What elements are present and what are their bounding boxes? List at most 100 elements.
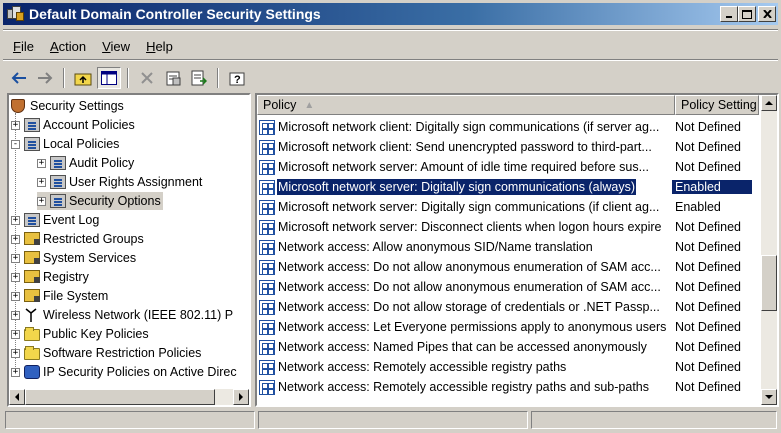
- tree-pane[interactable]: Security Settings + Account Policies - L…: [7, 93, 251, 407]
- tree-item-user-rights-assignment[interactable]: + User Rights Assignment: [37, 173, 202, 191]
- expand-icon[interactable]: +: [11, 272, 20, 282]
- policy-row[interactable]: Microsoft network server: Amount of idle…: [257, 157, 752, 177]
- policy-name: Microsoft network server: Disconnect cli…: [278, 220, 662, 234]
- properties-button[interactable]: [161, 67, 185, 89]
- policy-row[interactable]: Microsoft network client: Digitally sign…: [257, 117, 752, 137]
- expand-icon[interactable]: +: [11, 348, 20, 358]
- menu-help[interactable]: Help: [138, 39, 181, 54]
- app-icon[interactable]: [7, 6, 25, 22]
- policy-cell: Network access: Allow anonymous SID/Name…: [257, 239, 672, 255]
- policy-setting-value: Not Defined: [675, 240, 742, 254]
- policy-cell: Network access: Do not allow anonymous e…: [257, 279, 672, 295]
- tree-item-security-options[interactable]: + Security Options: [37, 192, 163, 210]
- tree-item-account-policies[interactable]: + Account Policies: [11, 116, 135, 134]
- tree-item-restricted-groups[interactable]: + Restricted Groups: [11, 230, 144, 248]
- title-bar[interactable]: Default Domain Controller Security Setti…: [3, 3, 778, 25]
- security-option-icon: [259, 239, 275, 255]
- column-header-policy-setting[interactable]: Policy Setting: [675, 95, 759, 115]
- policy-folder-icon: [50, 175, 66, 189]
- tree-item-registry[interactable]: + Registry: [11, 268, 89, 286]
- minimize-button[interactable]: [720, 6, 738, 22]
- expand-icon[interactable]: +: [37, 177, 46, 187]
- policy-row[interactable]: Network access: Do not allow anonymous e…: [257, 277, 752, 297]
- tree-item-security-settings[interactable]: Security Settings: [11, 97, 124, 115]
- expand-icon[interactable]: +: [11, 234, 20, 244]
- show-hide-tree-button[interactable]: [97, 67, 121, 89]
- delete-icon: [141, 72, 153, 84]
- policy-name: Network access: Do not allow anonymous e…: [278, 260, 661, 274]
- export-list-button[interactable]: [187, 67, 211, 89]
- status-cell-tertiary: [531, 411, 777, 429]
- expand-icon[interactable]: +: [11, 329, 20, 339]
- policy-row[interactable]: Network access: Allow anonymous SID/Name…: [257, 237, 752, 257]
- help-icon: ?: [229, 72, 245, 86]
- security-option-icon: [259, 279, 275, 295]
- expand-icon[interactable]: +: [11, 291, 20, 301]
- expand-icon[interactable]: +: [37, 196, 46, 206]
- expand-icon[interactable]: +: [11, 310, 20, 320]
- maximize-button[interactable]: [738, 6, 756, 22]
- expand-icon[interactable]: +: [11, 253, 20, 263]
- tree-item-wireless-network[interactable]: + Wireless Network (IEEE 802.11) P: [11, 306, 233, 324]
- policy-row[interactable]: Network access: Remotely accessible regi…: [257, 377, 752, 397]
- scroll-down-button[interactable]: [761, 389, 777, 405]
- scroll-left-button[interactable]: [9, 389, 25, 405]
- tree-item-file-system[interactable]: + File System: [11, 287, 108, 305]
- scroll-up-button[interactable]: [761, 95, 777, 111]
- collapse-icon[interactable]: -: [11, 139, 20, 149]
- policy-name: Network access: Remotely accessible regi…: [278, 360, 567, 374]
- maximize-icon: [742, 9, 752, 19]
- forward-icon: [38, 72, 53, 84]
- policy-list-pane[interactable]: Policy ▲ Policy Setting Microsoft networ…: [255, 93, 779, 407]
- up-folder-icon: [74, 73, 92, 86]
- policy-folder-icon: [24, 137, 40, 151]
- policy-cell: Network access: Remotely accessible regi…: [257, 359, 672, 375]
- policy-row[interactable]: Network access: Do not allow storage of …: [257, 297, 752, 317]
- policy-row[interactable]: Network access: Do not allow anonymous e…: [257, 257, 752, 277]
- policy-cell: Network access: Do not allow storage of …: [257, 299, 672, 315]
- column-header-policy[interactable]: Policy ▲: [257, 95, 675, 115]
- security-option-icon: [259, 159, 275, 175]
- policy-row[interactable]: Network access: Let Everyone permissions…: [257, 317, 752, 337]
- expand-icon[interactable]: +: [11, 120, 20, 130]
- export-list-icon: [191, 70, 207, 86]
- security-option-icon: [259, 259, 275, 275]
- arrow-right-icon: [239, 393, 243, 401]
- policy-row[interactable]: Network access: Named Pipes that can be …: [257, 337, 752, 357]
- arrow-left-icon: [15, 393, 19, 401]
- help-button[interactable]: ?: [225, 67, 249, 89]
- toolbar: ?: [7, 65, 249, 91]
- list-vscroll-thumb[interactable]: [761, 255, 777, 311]
- policy-row[interactable]: Microsoft network client: Send unencrypt…: [257, 137, 752, 157]
- policy-row[interactable]: Microsoft network server: Digitally sign…: [257, 177, 752, 197]
- close-button[interactable]: [758, 6, 776, 22]
- tree-item-audit-policy[interactable]: + Audit Policy: [37, 154, 134, 172]
- expand-icon[interactable]: +: [11, 367, 20, 377]
- tree-item-event-log[interactable]: + Event Log: [11, 211, 99, 229]
- policy-name: Microsoft network client: Send unencrypt…: [278, 140, 652, 154]
- tree-item-local-policies[interactable]: - Local Policies: [11, 135, 119, 153]
- policy-row[interactable]: Network access: Remotely accessible regi…: [257, 357, 752, 377]
- expand-icon[interactable]: +: [37, 158, 46, 168]
- tree-horizontal-scrollbar[interactable]: [9, 389, 249, 405]
- tree-item-public-key-policies[interactable]: + Public Key Policies: [11, 325, 149, 343]
- menu-file[interactable]: File: [5, 39, 42, 54]
- expand-icon[interactable]: +: [11, 215, 20, 225]
- policy-row[interactable]: Microsoft network server: Digitally sign…: [257, 197, 752, 217]
- forward-button[interactable]: [33, 67, 57, 89]
- tree-item-ip-security-policies[interactable]: + IP Security Policies on Active Direc: [11, 363, 237, 381]
- policy-row[interactable]: Microsoft network server: Disconnect cli…: [257, 217, 752, 237]
- back-button[interactable]: [7, 67, 31, 89]
- list-vertical-scrollbar[interactable]: [761, 95, 777, 405]
- policy-setting-value: Not Defined: [675, 140, 742, 154]
- window-title: Default Domain Controller Security Setti…: [29, 6, 321, 22]
- scroll-right-button[interactable]: [233, 389, 249, 405]
- tree-item-system-services[interactable]: + System Services: [11, 249, 136, 267]
- tree-item-software-restriction-policies[interactable]: + Software Restriction Policies: [11, 344, 201, 362]
- delete-button[interactable]: [135, 67, 159, 89]
- menu-view[interactable]: View: [94, 39, 138, 54]
- tree-hscroll-thumb[interactable]: [25, 389, 215, 405]
- menu-action[interactable]: Action: [42, 39, 94, 54]
- up-one-level-button[interactable]: [71, 67, 95, 89]
- properties-icon: [166, 71, 181, 86]
